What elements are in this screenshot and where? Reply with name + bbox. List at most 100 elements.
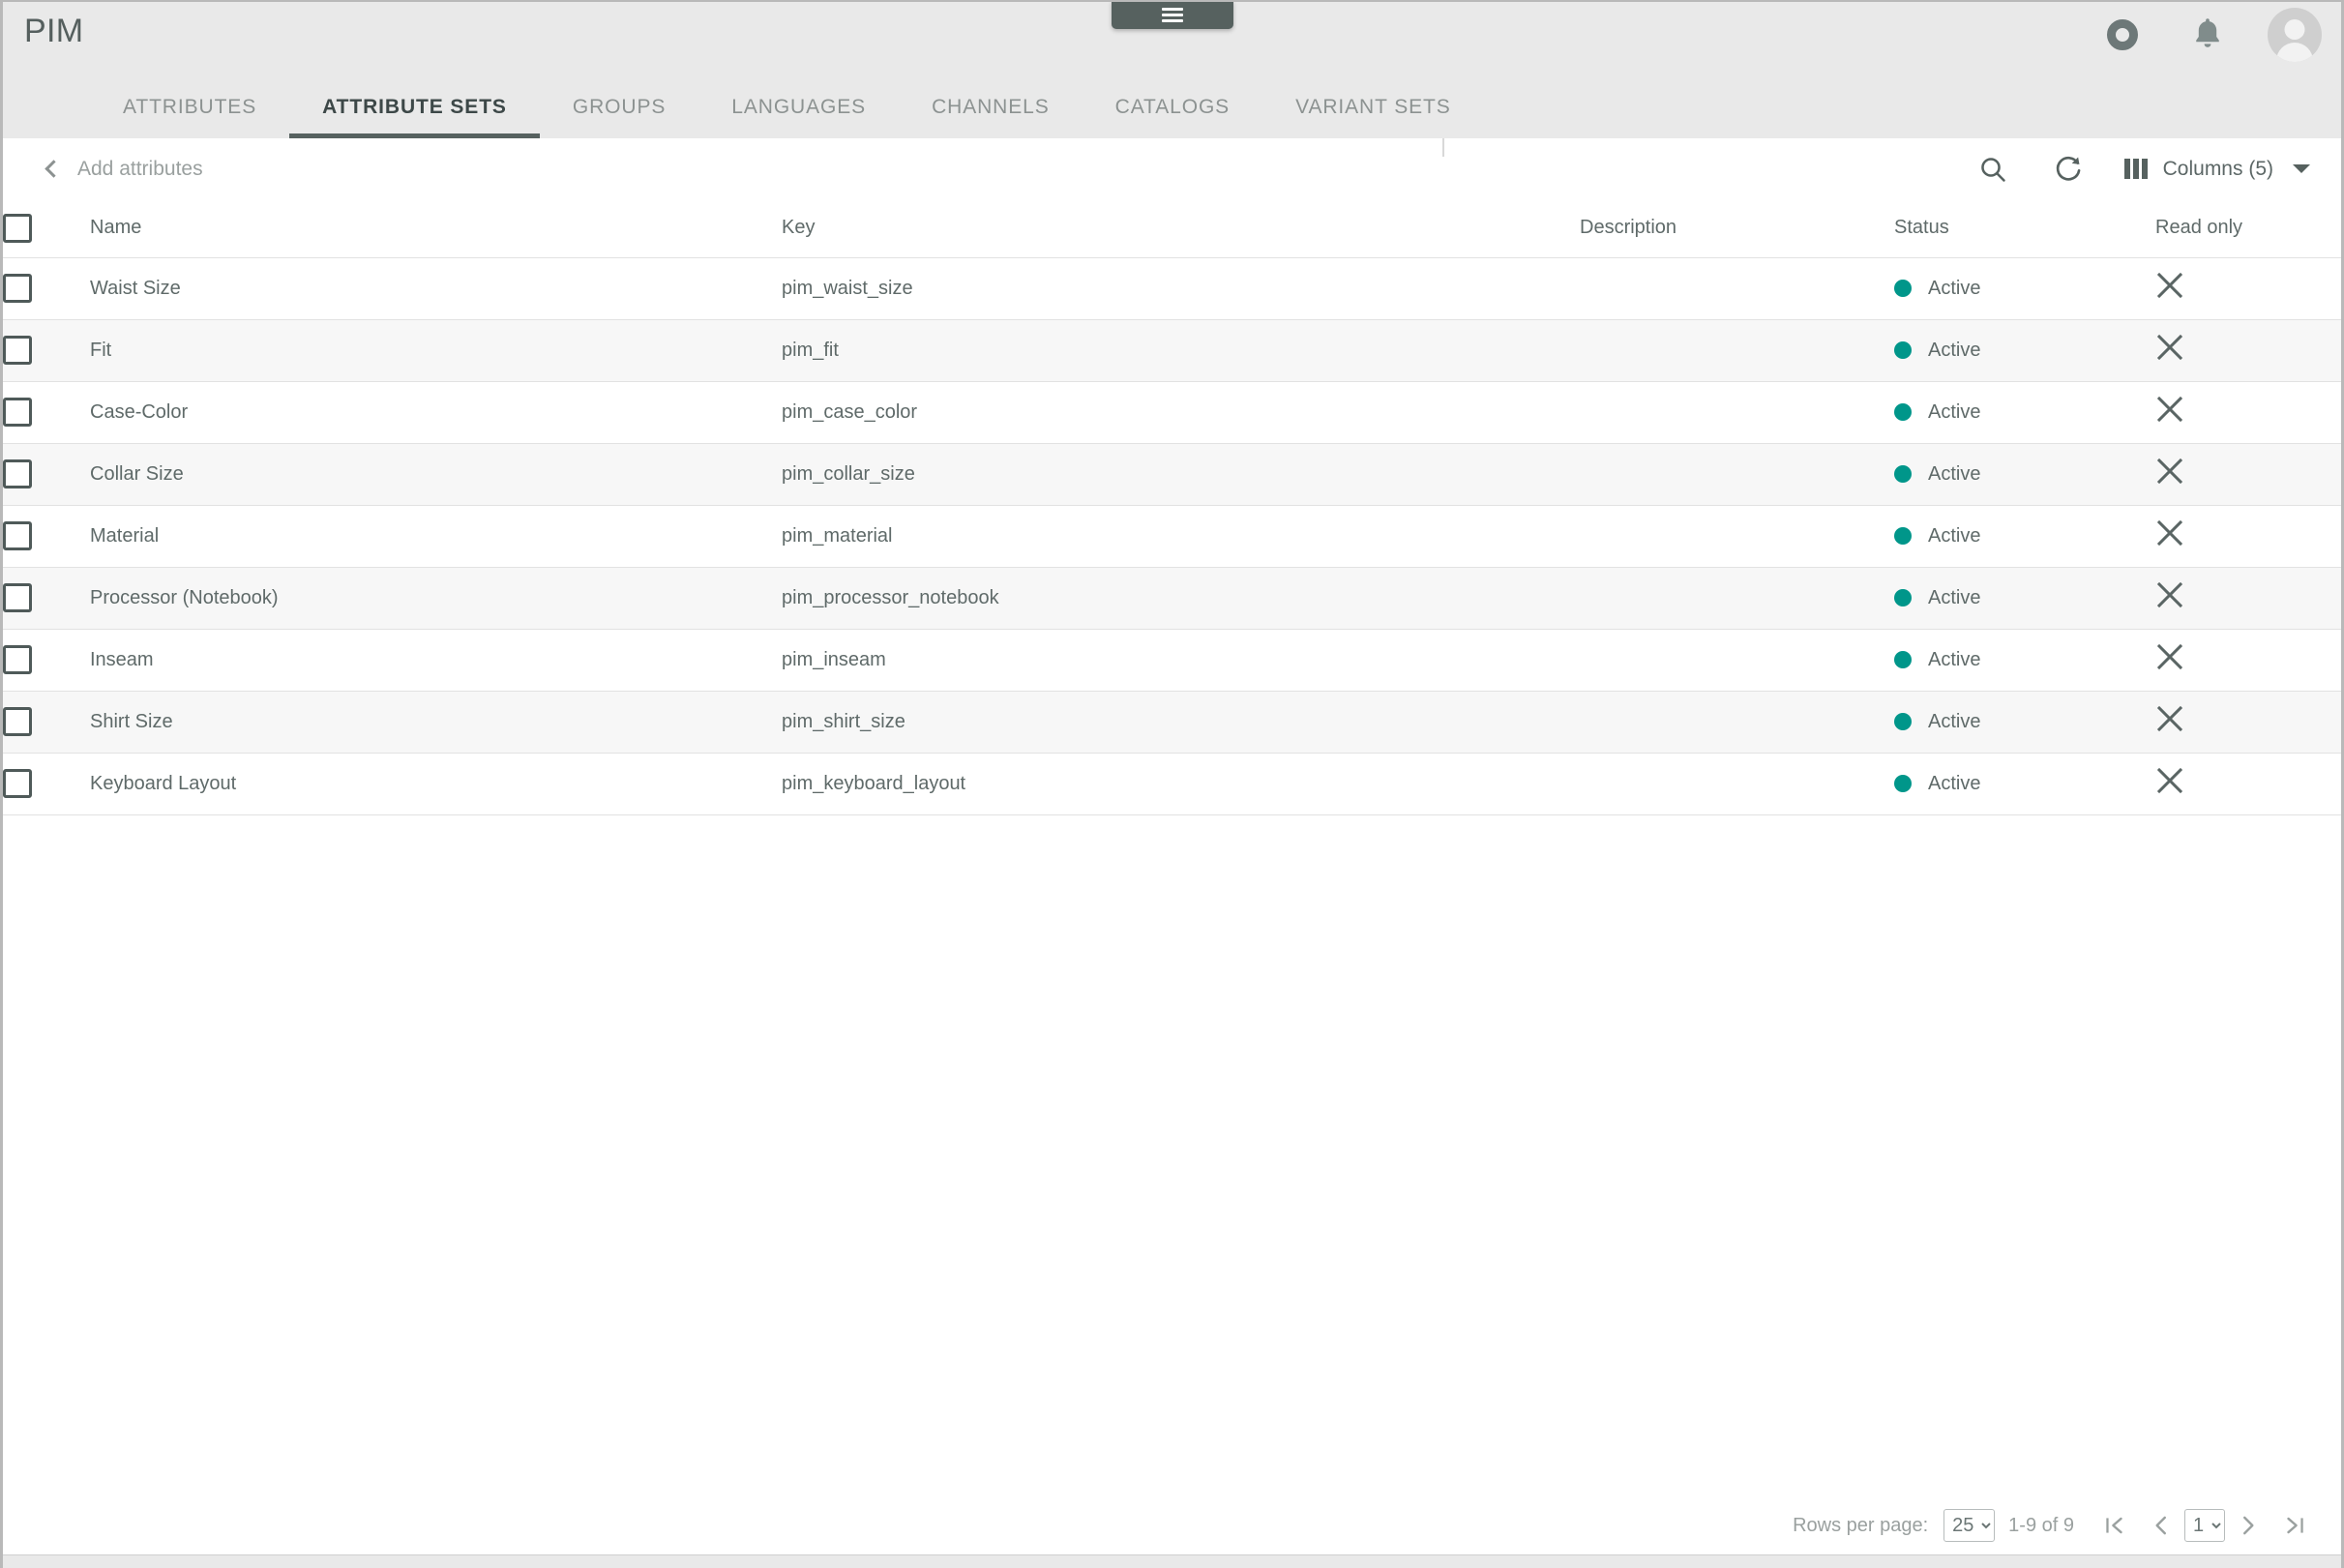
status-dot-icon	[1894, 713, 1912, 730]
refresh-icon	[2056, 156, 2081, 181]
table-row[interactable]: Fit pim_fit Active	[3, 319, 2341, 382]
column-header-description[interactable]: Description	[1580, 199, 1894, 258]
back-to-list-button[interactable]: Add attributes	[42, 158, 203, 181]
cell-description	[1580, 257, 1894, 320]
sub-toolbar: Add attributes Columns (5)	[3, 138, 2341, 199]
cell-description	[1580, 505, 1894, 568]
first-page-button[interactable]	[2092, 1502, 2138, 1549]
search-button[interactable]	[1968, 144, 2018, 194]
row-checkbox[interactable]	[3, 583, 32, 612]
cell-read-only	[2155, 629, 2341, 692]
table-row[interactable]: Inseam pim_inseam Active	[3, 629, 2341, 692]
row-checkbox[interactable]	[3, 769, 32, 798]
column-header-read-only[interactable]: Read only	[2155, 199, 2341, 258]
columns-icon	[2123, 159, 2148, 179]
tab-channels[interactable]: CHANNELS	[899, 96, 1083, 138]
tab-variant-sets[interactable]: VARIANT SETS	[1262, 96, 1484, 138]
close-icon[interactable]	[2155, 704, 2184, 733]
row-checkbox[interactable]	[3, 459, 32, 488]
tab-attribute-sets[interactable]: ATTRIBUTE SETS	[289, 96, 540, 138]
breadcrumb: Add attributes	[77, 157, 203, 180]
status-badge: Active	[1928, 339, 1981, 361]
application-window: PIM ATTRIBUTES ATTRIBUTE SETS GROUPS LAN…	[0, 0, 2344, 1568]
rows-per-page-select[interactable]: 25	[1943, 1509, 1996, 1542]
notifications-button[interactable]	[2182, 10, 2233, 60]
last-page-button[interactable]	[2271, 1502, 2318, 1549]
cell-read-only	[2155, 505, 2341, 568]
cell-name: Fit	[90, 319, 782, 382]
cell-key: pim_fit	[782, 319, 1580, 382]
row-checkbox[interactable]	[3, 521, 32, 550]
table-row[interactable]: Waist Size pim_waist_size Active	[3, 257, 2341, 320]
row-select-cell	[3, 381, 90, 444]
window-drag-handle[interactable]	[1111, 2, 1233, 29]
row-select-cell	[3, 691, 90, 754]
table-row[interactable]: Material pim_material Active	[3, 505, 2341, 568]
cell-name: Processor (Notebook)	[90, 567, 782, 630]
tab-attributes[interactable]: ATTRIBUTES	[90, 96, 289, 138]
close-icon[interactable]	[2155, 642, 2184, 671]
cell-read-only	[2155, 691, 2341, 754]
row-select-cell	[3, 443, 90, 506]
cell-status: Active	[1894, 319, 2155, 382]
cell-read-only	[2155, 319, 2341, 382]
columns-label: Columns (5)	[2162, 157, 2273, 180]
row-checkbox[interactable]	[3, 274, 32, 303]
select-all-checkbox[interactable]	[3, 213, 32, 243]
close-icon[interactable]	[2155, 457, 2184, 486]
close-icon[interactable]	[2155, 766, 2184, 795]
cell-read-only	[2155, 753, 2341, 815]
bell-icon	[2196, 18, 2219, 47]
cell-status: Active	[1894, 567, 2155, 630]
table-row[interactable]: Shirt Size pim_shirt_size Active	[3, 691, 2341, 754]
table-row[interactable]: Processor (Notebook) pim_processor_noteb…	[3, 567, 2341, 630]
cell-status: Active	[1894, 629, 2155, 692]
status-badge: Active	[1928, 772, 1981, 794]
cell-name: Inseam	[90, 629, 782, 692]
close-icon[interactable]	[2155, 395, 2184, 424]
first-page-icon	[2106, 1517, 2122, 1534]
close-icon[interactable]	[2155, 271, 2184, 300]
toolbar-actions: Columns (5)	[1968, 138, 2316, 199]
pagination-range-label: 1-9 of 9	[2008, 1514, 2074, 1536]
column-header-name[interactable]: Name	[90, 199, 782, 258]
status-badge: Active	[1928, 277, 1981, 299]
pagination-bar: Rows per page: 25 1-9 of 9 1	[3, 1496, 2341, 1554]
column-header-key[interactable]: Key	[782, 199, 1580, 258]
table-row[interactable]: Case-Color pim_case_color Active	[3, 381, 2341, 444]
row-checkbox[interactable]	[3, 645, 32, 674]
table-row[interactable]: Keyboard Layout pim_keyboard_layout Acti…	[3, 753, 2341, 815]
table-row[interactable]: Collar Size pim_collar_size Active	[3, 443, 2341, 506]
avatar[interactable]	[2268, 8, 2322, 62]
status-badge: Active	[1928, 648, 1981, 670]
cell-name: Material	[90, 505, 782, 568]
columns-selector[interactable]: Columns (5)	[2119, 154, 2316, 185]
status-badge: Active	[1928, 524, 1981, 547]
previous-page-button[interactable]	[2138, 1502, 2184, 1549]
row-checkbox[interactable]	[3, 707, 32, 736]
row-select-cell	[3, 753, 90, 815]
tab-languages[interactable]: LANGUAGES	[698, 96, 899, 138]
cell-status: Active	[1894, 257, 2155, 320]
row-select-cell	[3, 505, 90, 568]
tab-catalogs[interactable]: CATALOGS	[1083, 96, 1262, 138]
status-dot-icon	[1894, 589, 1912, 606]
close-icon[interactable]	[2155, 333, 2184, 362]
status-dot-icon	[1894, 527, 1912, 545]
next-page-button[interactable]	[2225, 1502, 2271, 1549]
row-checkbox[interactable]	[3, 398, 32, 427]
cell-description	[1580, 443, 1894, 506]
page-number-select[interactable]: 1	[2184, 1509, 2225, 1542]
refresh-button[interactable]	[2043, 144, 2093, 194]
cell-read-only	[2155, 443, 2341, 506]
close-icon[interactable]	[2155, 518, 2184, 547]
cell-status: Active	[1894, 443, 2155, 506]
column-header-status[interactable]: Status	[1894, 199, 2155, 258]
ring-icon-button[interactable]	[2097, 10, 2148, 60]
status-badge: Active	[1928, 400, 1981, 423]
close-icon[interactable]	[2155, 580, 2184, 609]
cell-status: Active	[1894, 505, 2155, 568]
rows-per-page-label: Rows per page:	[1793, 1514, 1929, 1536]
row-checkbox[interactable]	[3, 336, 32, 365]
tab-groups[interactable]: GROUPS	[540, 96, 698, 138]
